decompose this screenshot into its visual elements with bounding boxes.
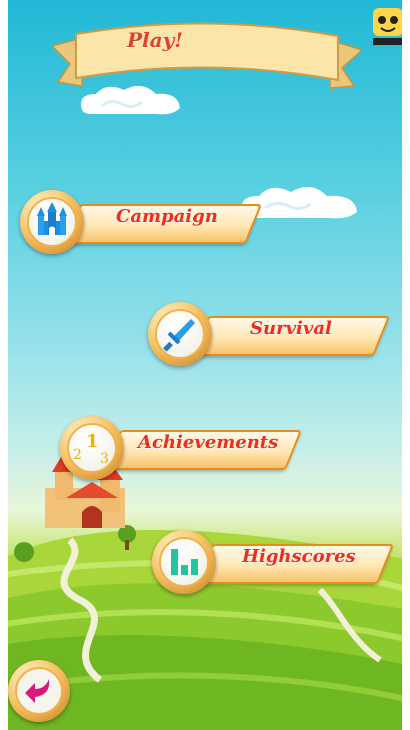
left-frame-edge [0,0,8,730]
podium-numbers-icon: 2 1 3 [73,431,109,467]
highscores-medallion [152,530,216,594]
back-button[interactable] [8,660,70,722]
back-arrow-icon [25,679,50,703]
highscores-label: Highscores [242,546,356,567]
page-title: Play! [127,28,183,52]
right-frame-edge [402,0,410,730]
campaign-label: Campaign [116,206,218,227]
sword-icon [163,319,195,352]
svg-text:3: 3 [100,451,109,467]
castle-icon [37,202,67,235]
survival-label: Survival [250,318,332,339]
achievements-medallion: 2 1 3 [60,416,124,480]
achievements-button[interactable]: Achievements 2 1 3 [60,416,303,480]
campaign-medallion [20,190,84,254]
survival-medallion [148,302,212,366]
bar-chart-icon [171,549,198,575]
svg-text:1: 1 [86,431,99,452]
game-menu-screen: Play! Campaign Survival Achievements 2 1… [0,0,410,730]
title-ribbon [52,22,362,89]
survival-button[interactable]: Survival [148,302,391,366]
achievements-label: Achievements [138,432,279,453]
svg-text:2: 2 [73,447,82,463]
highscores-button[interactable]: Highscores [152,530,395,594]
watermark-logo [373,8,403,45]
campaign-button[interactable]: Campaign [20,190,263,254]
